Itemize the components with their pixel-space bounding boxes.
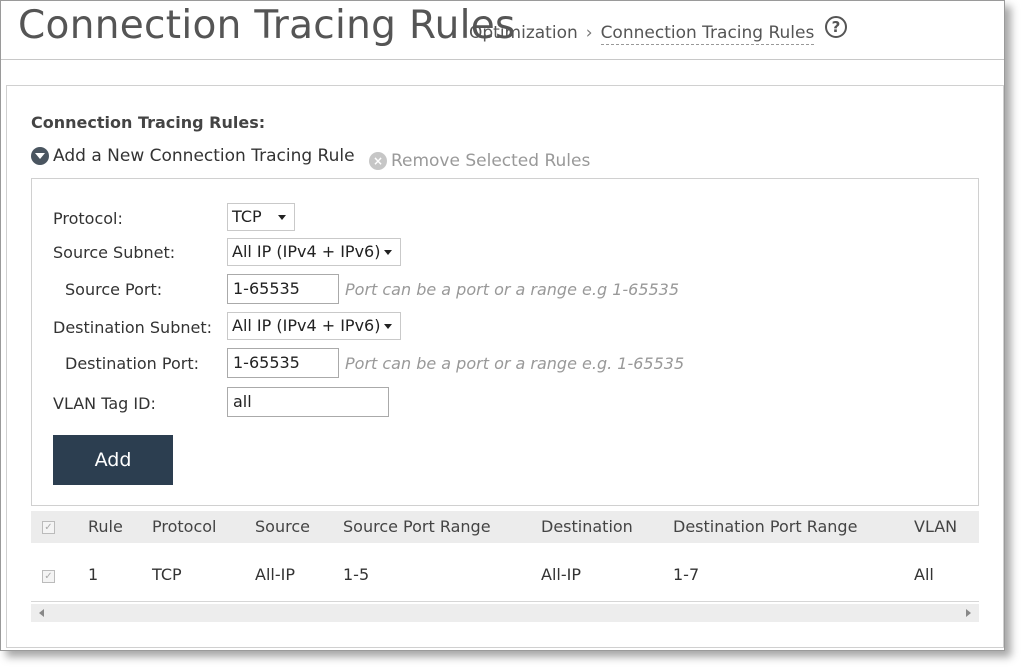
source-subnet-value: All IP (IPv4 + IPv6): [232, 242, 381, 261]
table-cell: 1: [88, 565, 99, 584]
breadcrumb-current[interactable]: Connection Tracing Rules: [600, 23, 815, 45]
page-header: Connection Tracing Rules Optimization › Co…: [1, 1, 1004, 60]
breadcrumb: Optimization › Connection Tracing Rules: [469, 23, 815, 45]
add-rule-form: Protocol: TCP Source Subnet: All IP (IPv…: [31, 178, 979, 506]
source-port-label: Source Port:: [65, 280, 163, 299]
protocol-value: TCP: [232, 207, 262, 226]
destination-subnet-value: All IP (IPv4 + IPv6): [232, 316, 381, 335]
destination-port-hint: Port can be a port or a range e.g. 1-655…: [345, 354, 685, 373]
column-header[interactable]: VLAN: [914, 517, 957, 536]
caret-down-icon: [384, 250, 392, 255]
destination-subnet-label: Destination Subnet:: [53, 318, 212, 337]
main-window: Connection Tracing Rules Optimization › Co…: [0, 0, 1005, 651]
vlan-tag-label: VLAN Tag ID:: [53, 394, 156, 413]
source-port-input[interactable]: 1-65535: [227, 274, 339, 304]
close-icon: ×: [368, 152, 387, 170]
add-rule-label: Add a New Connection Tracing Rule: [53, 146, 355, 166]
table-row[interactable]: ✓ 1 TCP All-IP 1-5 All-IP 1-7 All: [31, 543, 979, 602]
table-cell: All-IP: [255, 565, 295, 584]
table-cell: TCP: [152, 565, 182, 584]
section-label: Connection Tracing Rules:: [31, 113, 266, 132]
horizontal-scrollbar[interactable]: [31, 604, 979, 622]
source-port-hint: Port can be a port or a range e.g 1-6553…: [345, 280, 680, 299]
protocol-select[interactable]: TCP: [227, 203, 295, 231]
table-cell: 1-5: [343, 565, 370, 584]
table-cell: 1-7: [673, 565, 700, 584]
source-subnet-select[interactable]: All IP (IPv4 + IPv6): [227, 238, 401, 266]
caret-down-icon: [278, 215, 286, 220]
row-checkbox[interactable]: ✓: [42, 570, 55, 583]
chevron-down-icon: [31, 147, 49, 165]
destination-port-input[interactable]: 1-65535: [227, 348, 339, 378]
destination-port-label: Destination Port:: [65, 354, 200, 373]
caret-down-icon: [384, 324, 392, 329]
remove-rules-label: Remove Selected Rules: [390, 151, 591, 171]
breadcrumb-separator: ›: [585, 23, 593, 43]
source-subnet-label: Source Subnet:: [53, 243, 176, 262]
column-header[interactable]: Rule: [88, 517, 123, 536]
column-header[interactable]: Source Port Range: [343, 517, 491, 536]
table-cell: All: [914, 565, 934, 584]
column-header[interactable]: Protocol: [152, 517, 216, 536]
table-cell: All-IP: [541, 565, 581, 584]
add-button[interactable]: Add: [53, 435, 173, 485]
breadcrumb-optimization[interactable]: Optimization: [469, 23, 578, 43]
page-title: Connection Tracing Rules: [18, 3, 516, 48]
select-all-checkbox[interactable]: ✓: [42, 521, 55, 534]
scroll-right-icon[interactable]: [966, 609, 971, 617]
vlan-tag-input[interactable]: all: [227, 387, 389, 417]
help-icon[interactable]: ?: [825, 16, 847, 38]
destination-subnet-select[interactable]: All IP (IPv4 + IPv6): [227, 312, 401, 340]
protocol-label: Protocol:: [53, 209, 123, 228]
column-header[interactable]: Source: [255, 517, 310, 536]
remove-rules-button[interactable]: × Remove Selected Rules: [368, 151, 591, 171]
column-header[interactable]: Destination: [541, 517, 633, 536]
rule-actions: Add a New Connection Tracing Rule × Remo…: [31, 146, 590, 171]
column-header[interactable]: Destination Port Range: [673, 517, 857, 536]
scroll-left-icon[interactable]: [39, 609, 44, 617]
table-header: ✓ Rule Protocol Source Source Port Range…: [31, 511, 979, 543]
rules-table: ✓ Rule Protocol Source Source Port Range…: [31, 511, 979, 626]
add-rule-toggle[interactable]: Add a New Connection Tracing Rule: [31, 146, 355, 166]
rules-panel: Connection Tracing Rules: Add a New Conn…: [6, 85, 1004, 648]
